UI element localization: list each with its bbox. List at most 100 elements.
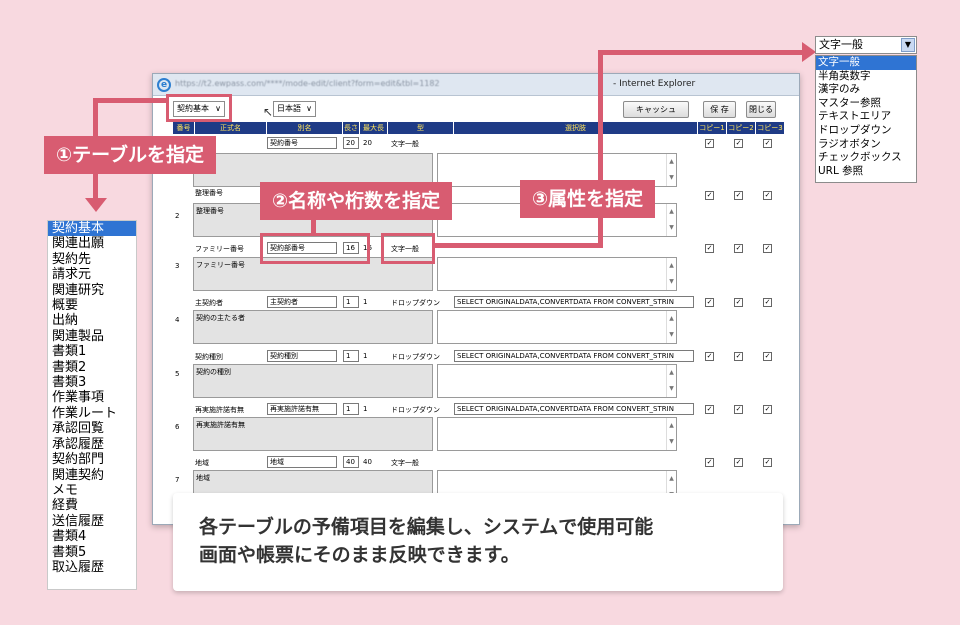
scrollbar[interactable]: ▲▼ bbox=[666, 258, 676, 290]
close-button[interactable]: 閉じる bbox=[746, 101, 776, 118]
choice-field[interactable]: SELECT ORIGINALDATA,CONVERTDATA FROM CON… bbox=[454, 350, 694, 362]
choice-textarea[interactable]: ▲▼ bbox=[437, 417, 677, 451]
list-item[interactable]: 作業事項 bbox=[48, 390, 136, 405]
description-textarea[interactable]: 再実施許諾有無 bbox=[193, 417, 433, 451]
list-item[interactable]: 契約部門 bbox=[48, 452, 136, 467]
list-item[interactable]: 書類4 bbox=[48, 529, 136, 544]
save-button[interactable]: 保 存 bbox=[703, 101, 736, 118]
description-textarea[interactable]: 契約の種別 bbox=[193, 364, 433, 398]
choice-textarea[interactable]: ▲▼ bbox=[437, 257, 677, 291]
option-item[interactable]: 漢字のみ bbox=[816, 83, 916, 97]
alias-field[interactable]: 契約種別 bbox=[267, 350, 337, 362]
row-number: 7 bbox=[175, 476, 180, 484]
option-item[interactable]: 半角英数字 bbox=[816, 70, 916, 84]
header-copy1: コピー1 bbox=[698, 122, 727, 134]
copy2-checkbox[interactable]: ✓ bbox=[734, 352, 743, 361]
list-item[interactable]: 概要 bbox=[48, 298, 136, 313]
choice-field[interactable]: SELECT ORIGINALDATA,CONVERTDATA FROM CON… bbox=[454, 403, 694, 415]
choice-textarea[interactable]: ▲▼ bbox=[437, 310, 677, 344]
list-item[interactable]: メモ bbox=[48, 483, 136, 498]
copy1-checkbox[interactable]: ✓ bbox=[705, 244, 714, 253]
type-value: ドロップダウン bbox=[391, 299, 440, 307]
header-type: 型 bbox=[388, 122, 454, 134]
copy3-checkbox[interactable]: ✓ bbox=[763, 191, 772, 200]
list-item[interactable]: 関連研究 bbox=[48, 283, 136, 298]
list-item[interactable]: 書類2 bbox=[48, 360, 136, 375]
attribute-select[interactable]: 文字一般 ▼ bbox=[815, 36, 917, 54]
copy3-checkbox[interactable]: ✓ bbox=[763, 352, 772, 361]
list-item[interactable]: 書類3 bbox=[48, 375, 136, 390]
scrollbar[interactable]: ▲▼ bbox=[666, 204, 676, 236]
list-item[interactable]: 取込履歴 bbox=[48, 560, 136, 575]
row-number: 6 bbox=[175, 423, 180, 431]
option-item[interactable]: マスター参照 bbox=[816, 97, 916, 111]
list-item[interactable]: 書類5 bbox=[48, 545, 136, 560]
list-item[interactable]: 契約先 bbox=[48, 252, 136, 267]
list-item[interactable]: 関連製品 bbox=[48, 329, 136, 344]
description-textarea[interactable]: 契約の主たる者 bbox=[193, 310, 433, 344]
option-item[interactable]: ドロップダウン bbox=[816, 124, 916, 138]
scrollbar[interactable]: ▲▼ bbox=[666, 311, 676, 343]
cancel-button[interactable]: キャッシュ bbox=[623, 101, 689, 118]
list-item[interactable]: 関連出願 bbox=[48, 236, 136, 251]
option-item[interactable]: チェックボックス bbox=[816, 151, 916, 165]
scrollbar[interactable]: ▲▼ bbox=[666, 418, 676, 450]
browser-window: e https://t2.ewpass.com/****/mode-edit/c… bbox=[152, 73, 800, 525]
header-number: 番号 bbox=[173, 122, 195, 134]
length-field[interactable]: 1 bbox=[343, 350, 359, 362]
copy2-checkbox[interactable]: ✓ bbox=[734, 298, 743, 307]
list-item[interactable]: 書類1 bbox=[48, 344, 136, 359]
length-field[interactable]: 1 bbox=[343, 403, 359, 415]
scrollbar[interactable]: ▲▼ bbox=[666, 365, 676, 397]
copy3-checkbox[interactable]: ✓ bbox=[763, 139, 772, 148]
list-item[interactable]: 送信履歴 bbox=[48, 514, 136, 529]
copy1-checkbox[interactable]: ✓ bbox=[705, 458, 714, 467]
attribute-options[interactable]: 文字一般 半角英数字 漢字のみ マスター参照 テキストエリア ドロップダウン ラ… bbox=[815, 55, 917, 183]
copy3-checkbox[interactable]: ✓ bbox=[763, 458, 772, 467]
caption-box: 各テーブルの予備項目を編集し、システムで使用可能 画面や帳票にそのまま反映できま… bbox=[173, 493, 783, 591]
chevron-down-icon[interactable]: ▼ bbox=[901, 38, 915, 52]
length-field[interactable]: 1 bbox=[343, 296, 359, 308]
window-title: - Internet Explorer bbox=[613, 79, 696, 89]
list-item[interactable]: 経費 bbox=[48, 498, 136, 513]
list-item[interactable]: 出納 bbox=[48, 313, 136, 328]
copy1-checkbox[interactable]: ✓ bbox=[705, 139, 714, 148]
table-list[interactable]: 契約基本 関連出願 契約先 請求元 関連研究 概要 出納 関連製品 書類1 書類… bbox=[47, 220, 137, 590]
copy2-checkbox[interactable]: ✓ bbox=[734, 244, 743, 253]
list-item[interactable]: 関連契約 bbox=[48, 468, 136, 483]
list-item[interactable]: 承認回覧 bbox=[48, 421, 136, 436]
alias-field[interactable]: 再実施許諾有無 bbox=[267, 403, 337, 415]
option-item[interactable]: ラジオボタン bbox=[816, 138, 916, 152]
copy1-checkbox[interactable]: ✓ bbox=[705, 298, 714, 307]
row-number: 5 bbox=[175, 370, 180, 378]
copy2-checkbox[interactable]: ✓ bbox=[734, 191, 743, 200]
choice-textarea[interactable]: ▲▼ bbox=[437, 364, 677, 398]
copy2-checkbox[interactable]: ✓ bbox=[734, 458, 743, 467]
option-item[interactable]: 文字一般 bbox=[816, 56, 916, 70]
copy1-checkbox[interactable]: ✓ bbox=[705, 191, 714, 200]
list-item[interactable]: 作業ルート bbox=[48, 406, 136, 421]
copy1-checkbox[interactable]: ✓ bbox=[705, 352, 714, 361]
scrollbar[interactable]: ▲▼ bbox=[666, 154, 676, 186]
highlight-table-select bbox=[166, 94, 232, 122]
length-field[interactable]: 40 bbox=[343, 456, 359, 468]
copy1-checkbox[interactable]: ✓ bbox=[705, 405, 714, 414]
copy3-checkbox[interactable]: ✓ bbox=[763, 298, 772, 307]
callout-1: ①テーブルを指定 bbox=[44, 136, 216, 174]
list-item[interactable]: 請求元 bbox=[48, 267, 136, 282]
option-item[interactable]: テキストエリア bbox=[816, 110, 916, 124]
copy2-checkbox[interactable]: ✓ bbox=[734, 405, 743, 414]
list-item[interactable]: 承認履歴 bbox=[48, 437, 136, 452]
option-item[interactable]: URL 参照 bbox=[816, 165, 916, 179]
list-item[interactable]: 契約基本 bbox=[48, 221, 136, 237]
length-field[interactable]: 20 bbox=[343, 137, 359, 149]
alias-field[interactable]: 契約番号 bbox=[267, 137, 337, 149]
alias-field[interactable]: 地域 bbox=[267, 456, 337, 468]
copy2-checkbox[interactable]: ✓ bbox=[734, 139, 743, 148]
alias-field[interactable]: 主契約者 bbox=[267, 296, 337, 308]
copy3-checkbox[interactable]: ✓ bbox=[763, 405, 772, 414]
choice-field[interactable]: SELECT ORIGINALDATA,CONVERTDATA FROM CON… bbox=[454, 296, 694, 308]
caption-line-1: 各テーブルの予備項目を編集し、システムで使用可能 bbox=[199, 516, 654, 538]
copy3-checkbox[interactable]: ✓ bbox=[763, 244, 772, 253]
language-select[interactable]: 日本語 ∨ bbox=[273, 101, 316, 117]
